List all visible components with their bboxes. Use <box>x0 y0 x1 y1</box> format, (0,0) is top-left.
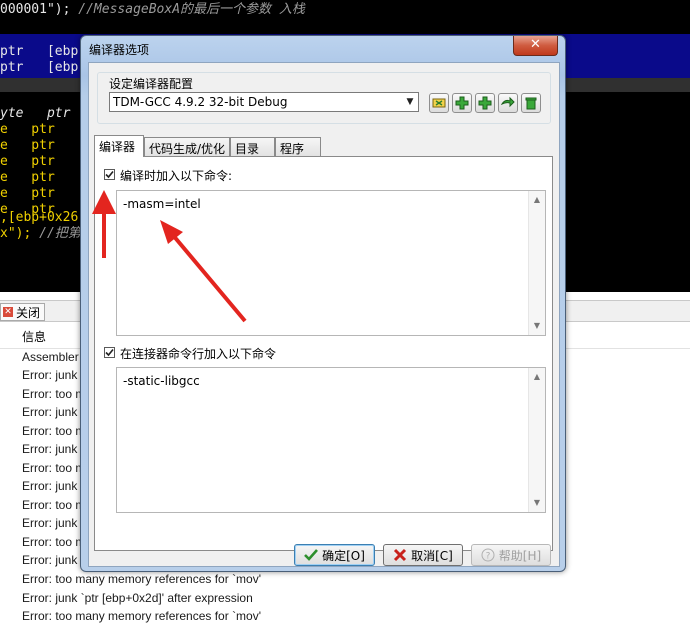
compiler-options-dialog: 编译器选项 ✕ 设定编译器配置 TDM-GCC 4.9.2 32-bit Deb… <box>80 35 566 572</box>
trash-icon <box>525 97 537 110</box>
list-item[interactable]: Error: junk ` <box>22 368 85 382</box>
tab-programs[interactable]: 程序 <box>275 137 321 156</box>
compile-commands-text: -masm=intel <box>123 197 201 211</box>
dialog-close-button[interactable]: ✕ <box>513 36 558 56</box>
import-config-button[interactable] <box>498 93 518 113</box>
compile-commands-checkbox[interactable] <box>104 169 115 180</box>
list-item[interactable]: Error: too m <box>22 535 85 549</box>
list-item[interactable]: Error: junk ` <box>22 479 85 493</box>
code-line: ptr [ebp <box>0 44 79 59</box>
list-item[interactable]: Error: too many memory references for `m… <box>22 609 261 623</box>
add-config-copy-button[interactable] <box>475 93 495 113</box>
list-item[interactable]: Error: junk `ptr [ebp+0x2d]' after expre… <box>22 591 253 605</box>
code-line: ptr [ebp <box>0 60 79 75</box>
cross-icon <box>394 548 407 562</box>
column-header-message[interactable]: 信息 <box>22 328 46 345</box>
plus-icon <box>478 96 492 110</box>
checkmark-icon <box>304 549 319 561</box>
code-line: e ptr <box>0 154 55 169</box>
cancel-button-label: 取消[C] <box>411 548 453 563</box>
scroll-up-icon[interactable]: ▲ <box>529 370 545 384</box>
vertical-scrollbar[interactable]: ▲ ▼ <box>528 191 545 335</box>
add-config-button[interactable] <box>452 93 472 113</box>
list-item[interactable]: Error: junk ` <box>22 405 85 419</box>
linker-commands-checkbox[interactable] <box>104 347 115 358</box>
code-line: ,[ebp+0x26 <box>0 210 79 225</box>
compile-commands-textarea[interactable]: -masm=intel ▲ ▼ <box>116 190 546 336</box>
list-item[interactable]: Error: too m <box>22 387 85 401</box>
code-line: e ptr <box>0 122 55 137</box>
list-item[interactable]: Error: junk ` <box>22 553 85 567</box>
code-comment: //MessageBoxA的最后一个参数 入栈 <box>78 2 305 17</box>
compiler-config-select[interactable]: TDM-GCC 4.9.2 32-bit Debug ▼ <box>109 92 419 112</box>
help-button[interactable]: ? 帮助[H] <box>471 544 551 566</box>
scroll-down-icon[interactable]: ▼ <box>529 496 545 510</box>
linker-commands-textarea[interactable]: -static-libgcc ▲ ▼ <box>116 367 546 513</box>
code-line: 000001"); //MessageBoxA的最后一个参数 入栈 <box>0 2 305 18</box>
code-text: x"); <box>0 226 32 241</box>
linker-commands-text: -static-libgcc <box>123 374 200 388</box>
list-item[interactable]: Error: too many memory references for `m… <box>22 572 261 586</box>
dropdown-arrow-icon[interactable]: ▼ <box>404 95 416 109</box>
help-button-label: 帮助[H] <box>498 548 542 563</box>
compiler-tab-panel: 编译时加入以下命令: -masm=intel ▲ ▼ 在连接器命令行加入以下命令… <box>94 156 553 551</box>
cancel-button[interactable]: 取消[C] <box>383 544 463 566</box>
code-line: x"); //把第 <box>0 226 81 242</box>
tab-codegen-optimization[interactable]: 代码生成/优化 <box>144 137 230 156</box>
plus-icon <box>455 96 469 110</box>
vertical-scrollbar[interactable]: ▲ ▼ <box>528 368 545 512</box>
checkmark-icon <box>105 170 114 179</box>
checkmark-icon <box>105 348 114 357</box>
config-group-label: 设定编译器配置 <box>109 77 194 91</box>
delete-config-button[interactable] <box>521 93 541 113</box>
code-line: e ptr <box>0 170 55 185</box>
list-item[interactable]: Error: junk ` <box>22 516 85 530</box>
svg-text:?: ? <box>485 552 490 562</box>
close-icon: ✕ <box>530 37 541 52</box>
dialog-titlebar[interactable]: 编译器选项 ✕ <box>81 36 565 60</box>
tab-compiler[interactable]: 编译器 <box>94 135 144 157</box>
linker-commands-label[interactable]: 在连接器命令行加入以下命令 <box>120 345 276 362</box>
dialog-client-area: 设定编译器配置 TDM-GCC 4.9.2 32-bit Debug ▼ 编译器… <box>88 62 560 567</box>
scroll-down-icon[interactable]: ▼ <box>529 319 545 333</box>
code-line: yte ptr <box>0 106 71 121</box>
ok-button-label: 确定[O] <box>322 548 365 563</box>
list-item[interactable]: Error: too m <box>22 498 85 512</box>
code-text: 000001"); <box>0 2 71 17</box>
tab-directories[interactable]: 目录 <box>230 137 275 156</box>
list-item[interactable]: Error: junk ` <box>22 442 85 456</box>
close-output-label: 关闭 <box>16 305 41 320</box>
help-icon: ? <box>481 548 495 562</box>
rename-icon <box>432 98 446 108</box>
ok-button[interactable]: 确定[O] <box>294 544 375 566</box>
close-icon: ✕ <box>3 307 13 317</box>
close-output-button[interactable]: ✕ 关闭 <box>0 303 46 321</box>
compile-commands-label[interactable]: 编译时加入以下命令: <box>120 167 232 184</box>
list-item[interactable]: Error: too m <box>22 424 85 438</box>
scroll-up-icon[interactable]: ▲ <box>529 193 545 207</box>
config-selected-value: TDM-GCC 4.9.2 32-bit Debug <box>113 95 288 109</box>
rename-config-button[interactable] <box>429 93 449 113</box>
code-line: e ptr <box>0 138 55 153</box>
arrow-right-icon <box>501 96 515 108</box>
dialog-title: 编译器选项 <box>89 43 150 57</box>
code-comment: //把第 <box>39 226 81 241</box>
list-item[interactable]: Error: too m <box>22 461 85 475</box>
code-line: e ptr <box>0 186 55 201</box>
